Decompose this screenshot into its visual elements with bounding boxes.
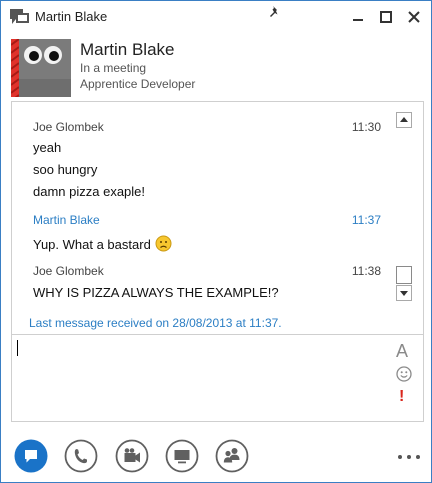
- minimize-button[interactable]: [350, 9, 366, 25]
- title-bar: Martin Blake: [1, 1, 431, 34]
- lync-conversation-icon: [10, 9, 29, 24]
- avatar[interactable]: [11, 39, 71, 97]
- message-input[interactable]: A !: [11, 334, 424, 422]
- conversation-scrollbar[interactable]: [396, 112, 412, 302]
- contact-status: In a meeting: [80, 61, 147, 75]
- font-button[interactable]: A: [396, 342, 410, 360]
- im-button[interactable]: [14, 439, 48, 473]
- message-sender: Joe Glombek: [33, 264, 104, 278]
- message-text: WHY IS PIZZA ALWAYS THE EXAMPLE!?: [33, 285, 279, 300]
- contact-card: Martin Blake In a meeting Apprentice Dev…: [11, 39, 421, 97]
- chat-bubble-icon: [14, 439, 48, 473]
- scroll-down-button[interactable]: [396, 285, 412, 301]
- participants-button[interactable]: [215, 439, 249, 473]
- window-title: Martin Blake: [35, 9, 108, 24]
- high-importance-button[interactable]: !: [399, 389, 409, 405]
- message-sender: Joe Glombek: [33, 120, 104, 134]
- maximize-button[interactable]: [378, 9, 394, 25]
- contact-name[interactable]: Martin Blake: [80, 40, 174, 60]
- emoticon-picker-icon[interactable]: [396, 366, 412, 382]
- contact-job-title: Apprentice Developer: [80, 77, 196, 91]
- message-text: Yup. What a bastard: [33, 237, 151, 252]
- video-camera-icon: [115, 439, 149, 473]
- message-list: Joe Glombek 11:30 yeah soo hungry damn p…: [12, 102, 396, 339]
- avatar-picture: [19, 39, 71, 97]
- message-text: soo hungry: [33, 162, 98, 177]
- message-sender: Martin Blake: [33, 213, 100, 227]
- more-options-icon[interactable]: [397, 453, 421, 461]
- pin-icon[interactable]: [268, 5, 282, 19]
- text-caret: [17, 340, 18, 356]
- message-line: Yup. What a bastard: [33, 235, 172, 252]
- monitor-icon: [165, 439, 199, 473]
- conversation-window: Martin Blake Martin Blake In a meeting A…: [0, 0, 432, 483]
- phone-icon: [64, 439, 98, 473]
- presence-indicator: [11, 39, 19, 97]
- message-time: 11:38: [351, 264, 381, 278]
- message-text: yeah: [33, 140, 62, 155]
- message-time: 11:37: [351, 213, 381, 227]
- close-button[interactable]: [406, 9, 422, 25]
- video-button[interactable]: [115, 439, 149, 473]
- phone-button[interactable]: [64, 439, 98, 473]
- bottom-toolbar: [1, 437, 431, 477]
- scroll-up-button[interactable]: [396, 112, 412, 128]
- message-text: damn pizza exaple!: [33, 184, 146, 199]
- people-icon: [215, 439, 249, 473]
- conversation-history[interactable]: Joe Glombek 11:30 yeah soo hungry damn p…: [11, 101, 424, 340]
- message-time: 11:30: [351, 120, 381, 134]
- sad-face-icon: [155, 235, 172, 252]
- scroll-thumb[interactable]: [396, 266, 412, 284]
- present-button[interactable]: [165, 439, 199, 473]
- last-message-info: Last message received on 28/08/2013 at 1…: [29, 316, 282, 330]
